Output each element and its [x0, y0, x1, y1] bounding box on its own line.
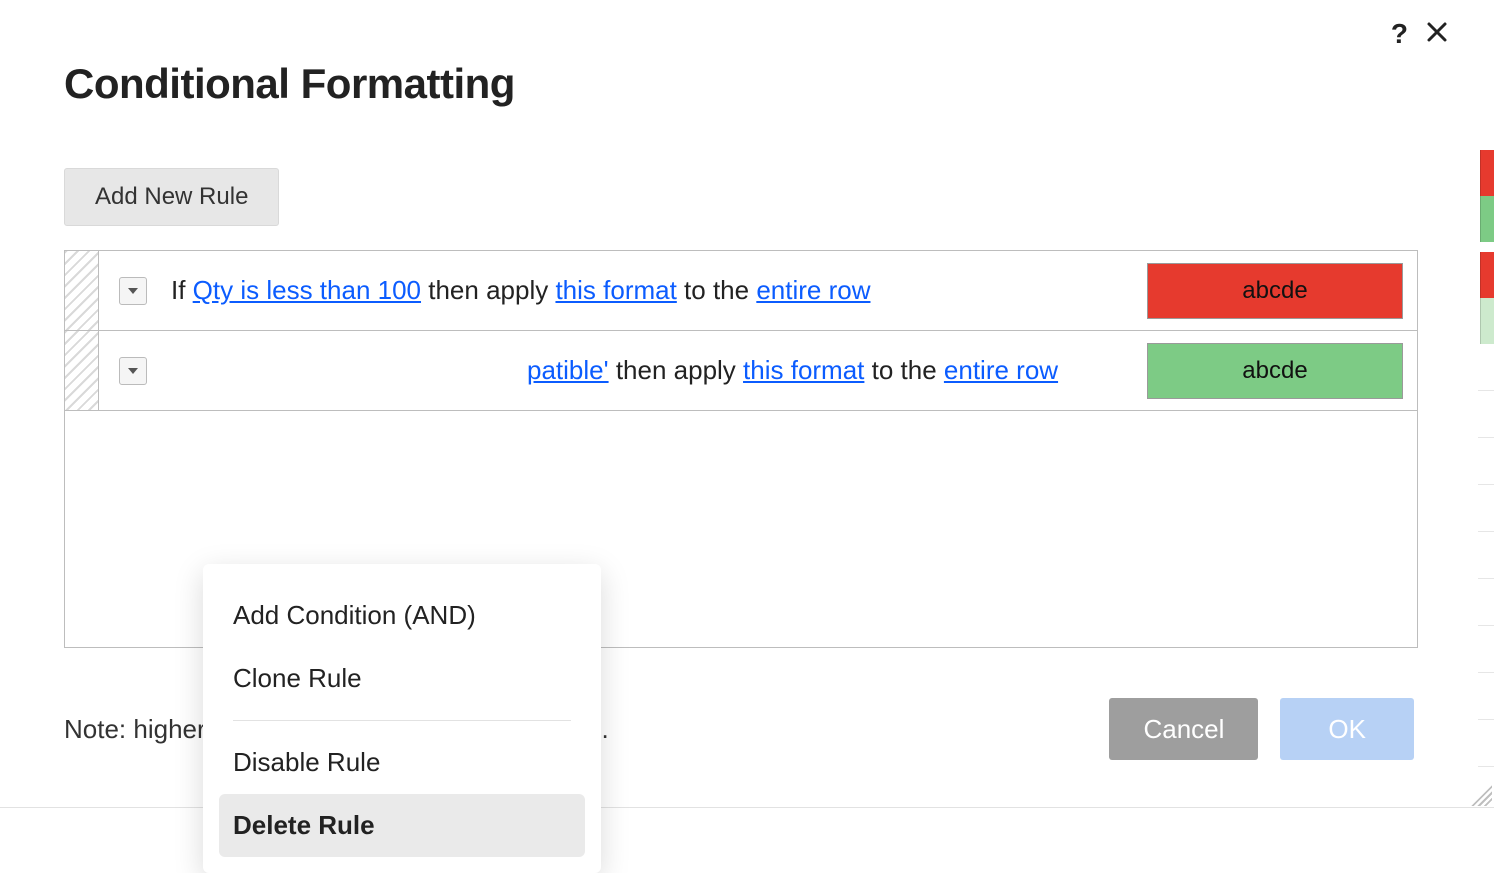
condition-link[interactable]: patible': [527, 355, 609, 386]
to-the-text: to the: [677, 275, 757, 306]
then-apply-text: then apply: [421, 275, 555, 306]
cancel-button[interactable]: Cancel: [1109, 698, 1258, 760]
scope-link[interactable]: entire row: [756, 275, 870, 306]
drag-handle-icon[interactable]: [65, 331, 99, 410]
dialog-title: Conditional Formatting: [64, 60, 1418, 108]
rule-menu-button[interactable]: [119, 357, 147, 385]
ok-button[interactable]: OK: [1280, 698, 1414, 760]
add-new-rule-button[interactable]: Add New Rule: [64, 168, 279, 226]
rule-menu-button[interactable]: [119, 277, 147, 305]
to-the-text: to the: [864, 355, 944, 386]
condition-link[interactable]: Qty is less than 100: [193, 275, 421, 306]
swatch-sample-text: abcde: [1242, 277, 1307, 305]
rule-context-menu: Add Condition (AND) Clone Rule Disable R…: [203, 564, 601, 873]
rule-description: patible' then apply this format to the e…: [527, 355, 1058, 386]
swatch-sample-text: abcde: [1242, 357, 1307, 385]
menu-item-clone-rule[interactable]: Clone Rule: [219, 647, 585, 710]
menu-item-add-condition[interactable]: Add Condition (AND): [219, 584, 585, 647]
help-icon[interactable]: ?: [1391, 18, 1408, 50]
if-text: If: [171, 275, 193, 306]
sidebar-rule-lines: [1478, 344, 1494, 808]
menu-item-disable-rule[interactable]: Disable Rule: [219, 731, 585, 794]
sidebar-color-indicator: [1480, 252, 1494, 298]
menu-item-delete-rule[interactable]: Delete Rule: [219, 794, 585, 857]
dialog-top-controls: ?: [1391, 18, 1448, 50]
rules-list: If Qty is less than 100 then apply this …: [64, 250, 1418, 648]
conditional-formatting-dialog: ? Conditional Formatting Add New Rule If…: [0, 0, 1478, 808]
drag-handle-icon[interactable]: [65, 251, 99, 330]
format-link[interactable]: this format: [743, 355, 864, 386]
format-link[interactable]: this format: [555, 275, 676, 306]
menu-separator: [233, 720, 571, 721]
rule-row[interactable]: patible' then apply this format to the e…: [65, 331, 1417, 411]
sidebar-color-indicator: [1480, 196, 1494, 242]
footer-buttons: Cancel OK: [1109, 698, 1414, 760]
resize-grip-icon[interactable]: [1466, 780, 1492, 806]
sidebar-color-indicator: [1480, 150, 1494, 196]
sidebar-color-indicator: [1480, 298, 1494, 344]
close-icon[interactable]: [1426, 18, 1448, 50]
then-apply-text: then apply: [609, 355, 743, 386]
format-preview-swatch[interactable]: abcde: [1147, 263, 1403, 319]
rule-description: If Qty is less than 100 then apply this …: [171, 275, 870, 306]
format-preview-swatch[interactable]: abcde: [1147, 343, 1403, 399]
rule-row[interactable]: If Qty is less than 100 then apply this …: [65, 251, 1417, 331]
scope-link[interactable]: entire row: [944, 355, 1058, 386]
